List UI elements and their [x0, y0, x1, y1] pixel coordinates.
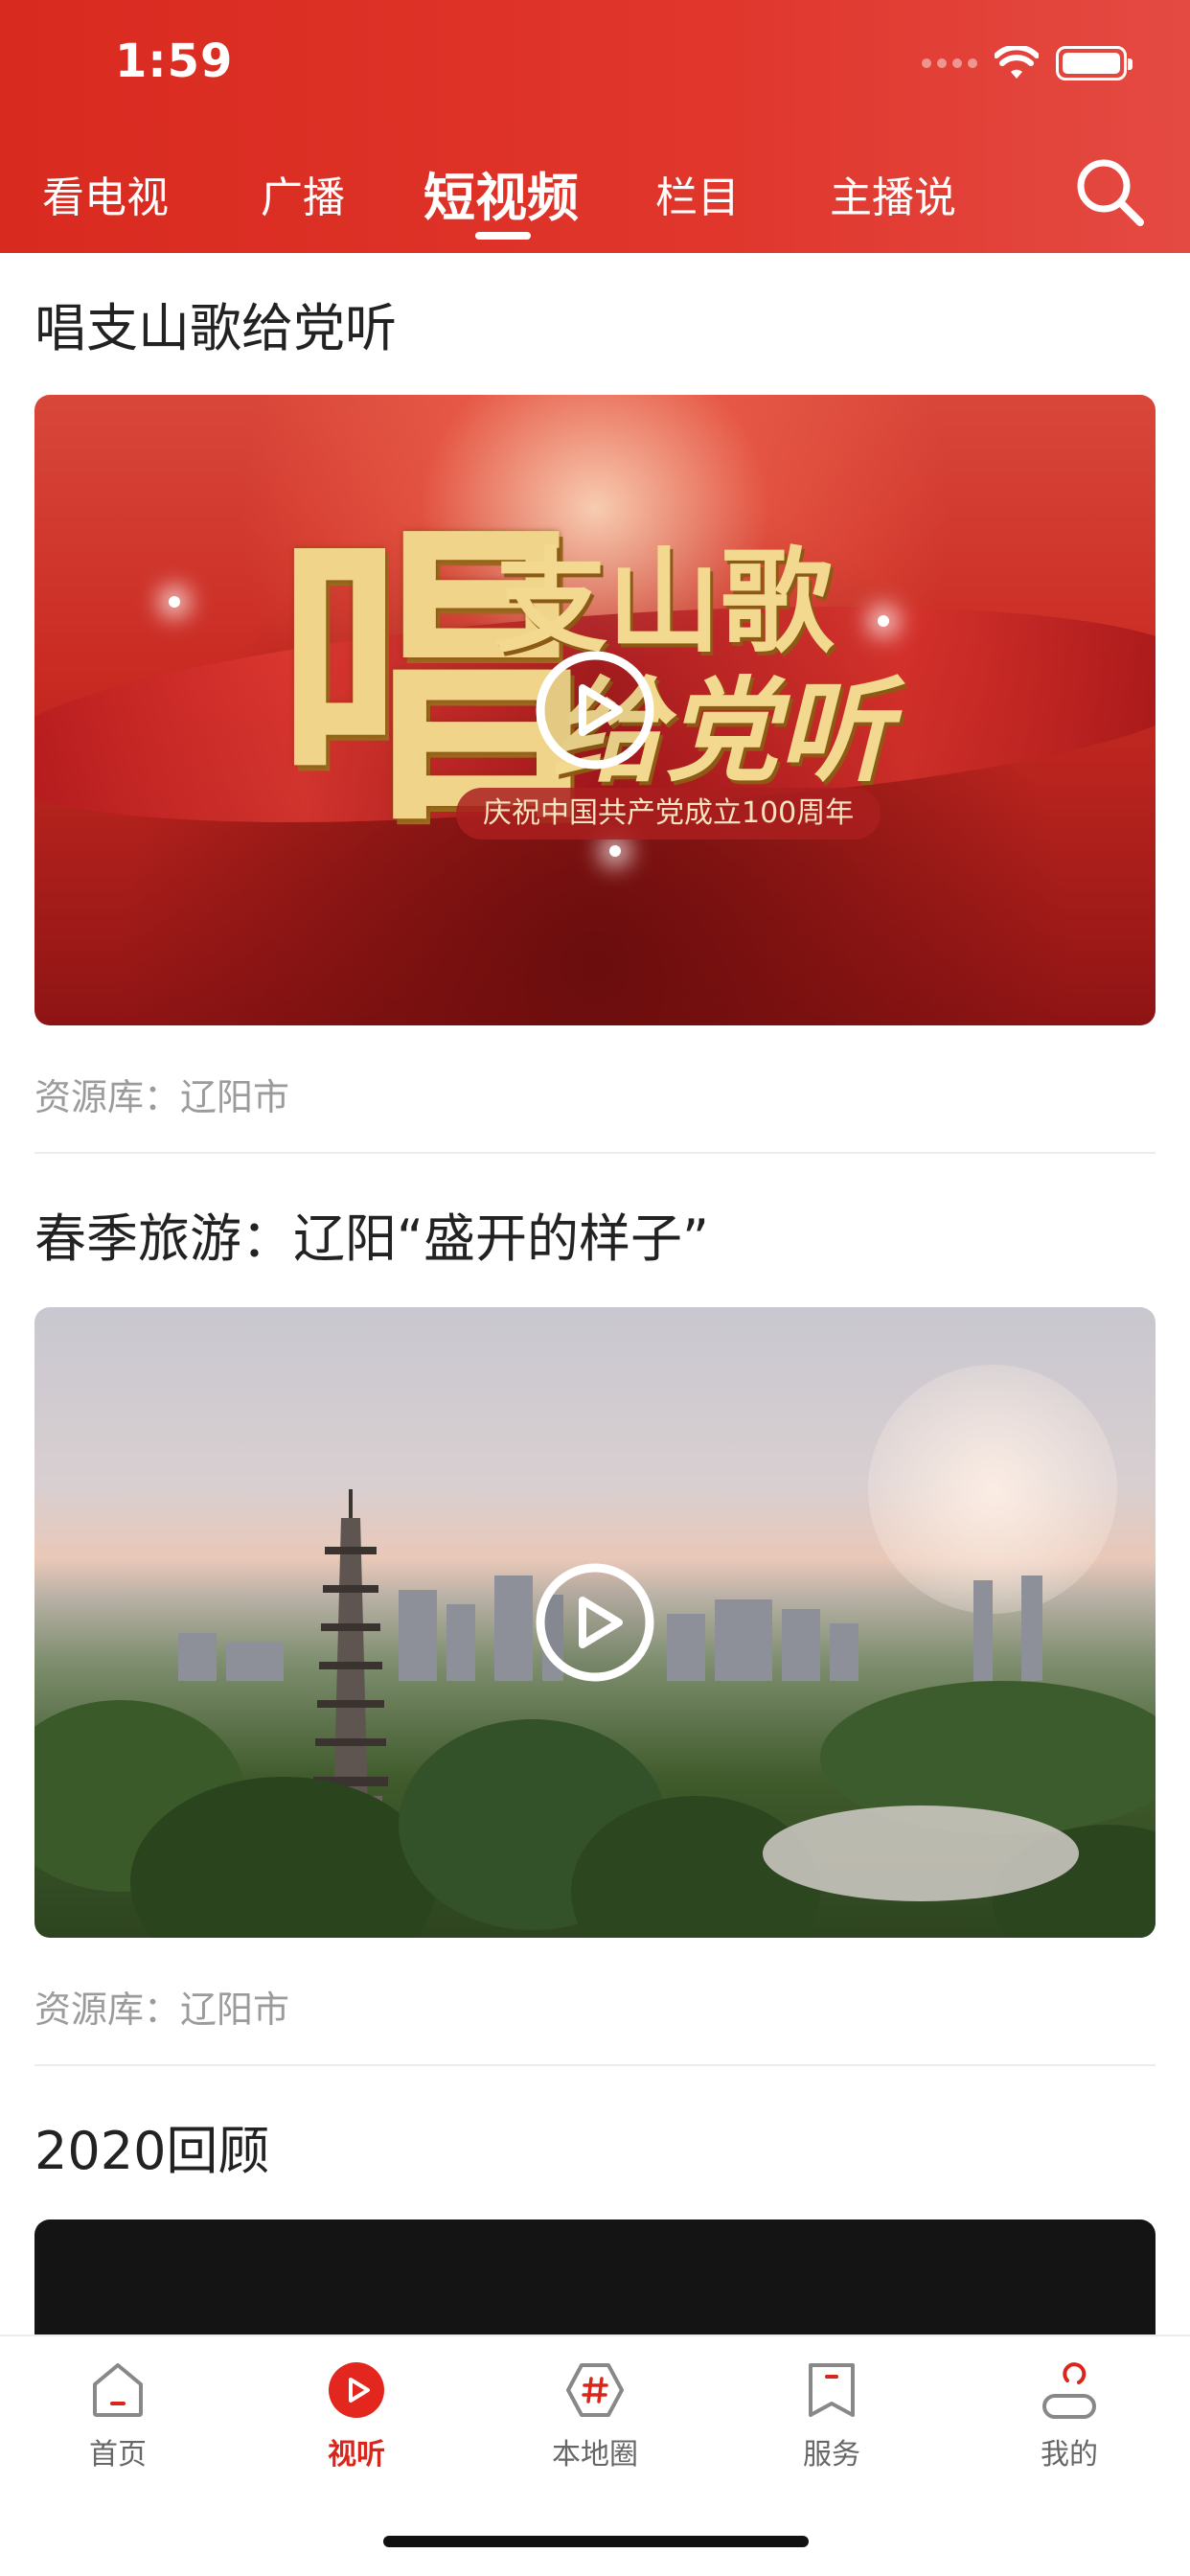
status-time: 1:59	[115, 34, 234, 88]
active-tab-indicator	[475, 232, 531, 240]
video-source: 资源库：辽阳市	[34, 1980, 289, 2033]
divider	[34, 1152, 1156, 1154]
hashtag-icon	[566, 2363, 624, 2417]
tabbar-item-profile[interactable]: 我的	[1002, 2359, 1136, 2503]
tabbar-label: 本地圈	[552, 2438, 638, 2472]
home-icon	[93, 2363, 143, 2417]
tabbar-item-local[interactable]: 本地圈	[528, 2359, 662, 2503]
tabbar-item-media[interactable]: 视听	[289, 2359, 423, 2503]
source-value: 辽阳市	[180, 1076, 290, 1118]
play-button-icon[interactable]	[535, 650, 655, 770]
home-indicator[interactable]	[383, 2536, 809, 2547]
thumbnail-caption: 庆祝中国共产党成立100周年	[456, 788, 881, 840]
user-icon	[1042, 2362, 1096, 2419]
video-title[interactable]: 唱支山歌给党听	[34, 286, 397, 361]
video-title[interactable]: 2020回顾	[34, 2108, 269, 2184]
tabbar-item-services[interactable]: 服务	[765, 2359, 899, 2503]
tab-watch-tv[interactable]: 看电视	[42, 163, 169, 224]
tabbar-label: 首页	[89, 2438, 147, 2472]
wifi-icon	[995, 46, 1039, 79]
tabbar-label: 服务	[803, 2438, 860, 2472]
video-thumbnail[interactable]: 唱 支山歌 给党听 庆祝中国共产党成立100周年	[34, 395, 1156, 1025]
tab-columns[interactable]: 栏目	[655, 163, 740, 224]
tab-short-video[interactable]: 短视频	[423, 155, 579, 231]
video-feed: 唱支山歌给党听 唱 支山歌 给党听 庆祝中国共产党成立100周年 资源库：辽阳市…	[0, 253, 1190, 2334]
channel-tabs: 看电视 广播 短视频 栏目 主播说	[0, 144, 1190, 240]
search-icon[interactable]	[1071, 153, 1148, 230]
play-circle-icon	[329, 2362, 384, 2418]
video-source: 资源库：辽阳市	[34, 1068, 289, 1120]
video-thumbnail[interactable]	[34, 2220, 1156, 2334]
divider	[34, 2064, 1156, 2066]
battery-icon	[1056, 46, 1133, 80]
play-button-icon[interactable]	[535, 1562, 655, 1683]
video-thumbnail[interactable]	[34, 1307, 1156, 1938]
tab-anchor-talk[interactable]: 主播说	[830, 163, 956, 224]
tab-radio[interactable]: 广播	[261, 163, 345, 224]
app-header: 1:59 看电视 广播 短视频 栏目 主播说	[0, 0, 1190, 253]
bookmark-icon	[809, 2363, 855, 2417]
video-title[interactable]: 春季旅游：辽阳“盛开的样子”	[34, 1196, 709, 1272]
tabbar-label: 我的	[1041, 2438, 1098, 2472]
source-label: 资源库：	[34, 1076, 181, 1118]
status-indicators	[922, 44, 1133, 82]
source-value: 辽阳市	[180, 1989, 290, 2031]
cellular-signal-icon	[922, 58, 977, 68]
source-label: 资源库：	[34, 1989, 181, 2031]
tabbar-label: 视听	[328, 2438, 385, 2472]
tabbar-item-home[interactable]: 首页	[51, 2359, 185, 2503]
